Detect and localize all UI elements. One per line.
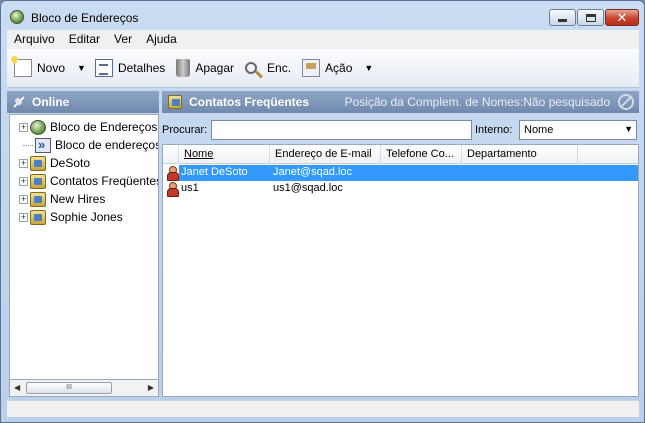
list-header: Nome Endereço de E-mail Telefone Co... D… [163,145,638,164]
tree-horizontal-scrollbar[interactable]: ◀ III ▶ [9,380,159,397]
contact-email: Janet@sqad.loc [273,166,353,178]
action-icon [302,59,321,77]
search-input[interactable] [211,120,472,140]
tree-item-label: Bloco de Endereços c [50,120,159,134]
expand-icon[interactable]: + [19,122,28,132]
address-book-tree: + Bloco de Endereços c Bloco de endereço… [9,114,159,380]
toolbar: Novo ▼ Detalhes Apagar Enc. Ação ▼ [7,49,639,88]
find-label: Enc. [267,61,292,75]
minimize-icon [558,19,567,22]
title-bar[interactable]: Bloco de Endereços ✕ [1,1,644,31]
find-button[interactable]: Enc. [241,55,295,81]
user-icon [166,182,179,197]
address-book-window: Bloco de Endereços ✕ Arquivo Editar Ver … [0,0,645,423]
interno-label: Interno: [475,124,513,136]
new-dropdown-arrow-icon[interactable]: ▼ [77,63,86,73]
scrollbar-thumb[interactable]: III [26,382,112,394]
minimize-button[interactable] [549,9,576,26]
ldap-directory-icon [35,137,51,153]
search-row: Procurar: Interno: Nome ▼ [162,118,639,142]
delete-label: Apagar [195,61,235,75]
close-icon: ✕ [616,10,628,25]
app-globe-icon [10,10,24,24]
tree-item-ldap-address-book[interactable]: Bloco de endereços L [10,136,159,154]
delete-button[interactable]: Apagar [172,55,238,81]
expand-icon[interactable]: + [19,194,28,204]
action-button[interactable]: Ação [298,55,356,81]
expand-icon[interactable]: + [19,176,28,186]
tree-item-label: New Hires [50,192,106,206]
plug-icon [12,95,26,109]
tree-connector [23,144,33,146]
column-header-phone[interactable]: Telefone Co... [381,145,462,164]
menu-ver[interactable]: Ver [107,30,139,49]
details-button[interactable]: Detalhes [91,55,169,81]
window-title: Bloco de Endereços [31,11,139,25]
tree-item-label: Bloco de endereços L [55,138,159,152]
contacts-title: Contatos Freqüentes [189,95,310,109]
not-searched-icon [618,94,634,110]
trash-can-icon [176,59,191,77]
menu-editar[interactable]: Editar [62,30,107,49]
chevron-down-icon: ▼ [624,124,633,134]
address-book-icon [30,173,46,189]
magnifier-icon [245,62,258,74]
details-label: Detalhes [117,61,166,75]
new-card-icon [11,56,32,77]
expand-icon[interactable]: + [19,212,28,222]
name-completion-status: Posição da Complem. de Nomes:Não pesquis… [344,95,610,109]
address-book-icon [30,155,46,171]
new-label: Novo [37,61,66,75]
menu-ajuda[interactable]: Ajuda [139,30,184,49]
maximize-button[interactable] [577,9,604,26]
user-icon [166,166,179,181]
table-row[interactable]: us1 us1@sqad.loc [163,181,638,197]
address-book-icon [30,209,46,225]
action-dropdown-arrow-icon[interactable]: ▼ [364,63,373,73]
address-book-icon [168,95,182,109]
status-bar [7,400,639,417]
scroll-right-arrow-icon[interactable]: ▶ [148,383,154,392]
interno-select[interactable]: Nome ▼ [519,120,637,140]
scroll-left-arrow-icon[interactable]: ◀ [14,383,20,392]
column-header-department[interactable]: Departamento [462,145,578,164]
contacts-list: Nome Endereço de E-mail Telefone Co... D… [162,144,639,397]
tree-item-label: DeSoto [50,156,91,170]
tree-item-global-address-book[interactable]: + Bloco de Endereços c [10,118,159,136]
action-label: Ação [325,61,353,75]
table-row[interactable]: Janet DeSoto Janet@sqad.loc [163,165,638,181]
expand-icon[interactable]: + [19,158,28,168]
maximize-icon [585,13,596,22]
contact-email: us1@sqad.loc [273,182,343,194]
tree-item-new-hires[interactable]: + New Hires [10,190,105,208]
tree-item-sophie-jones[interactable]: + Sophie Jones [10,208,123,226]
tree-item-label: Contatos Freqüentes [50,174,159,188]
menu-bar: Arquivo Editar Ver Ajuda [7,30,639,49]
contact-name: Janet DeSoto [181,166,248,178]
interno-selected-value: Nome [524,124,554,136]
tree-item-frequent-contacts[interactable]: + Contatos Freqüentes [10,172,159,190]
new-button[interactable]: Novo [10,55,69,81]
search-label: Procurar: [162,124,208,136]
tree-item-desoto[interactable]: + DeSoto [10,154,90,172]
details-icon [94,59,113,77]
online-header: Online [7,91,159,113]
globe-book-icon [30,119,46,135]
column-header-name[interactable]: Nome [179,145,270,164]
column-header-icon [163,145,179,164]
address-book-icon [30,191,46,207]
close-button[interactable]: ✕ [605,9,639,26]
contact-name: us1 [181,182,199,194]
contacts-header: Contatos Freqüentes Posição da Complem. … [162,91,639,113]
column-header-email[interactable]: Endereço de E-mail [270,145,381,164]
menu-arquivo[interactable]: Arquivo [7,30,62,49]
tree-item-label: Sophie Jones [50,210,123,224]
online-label: Online [32,95,70,109]
